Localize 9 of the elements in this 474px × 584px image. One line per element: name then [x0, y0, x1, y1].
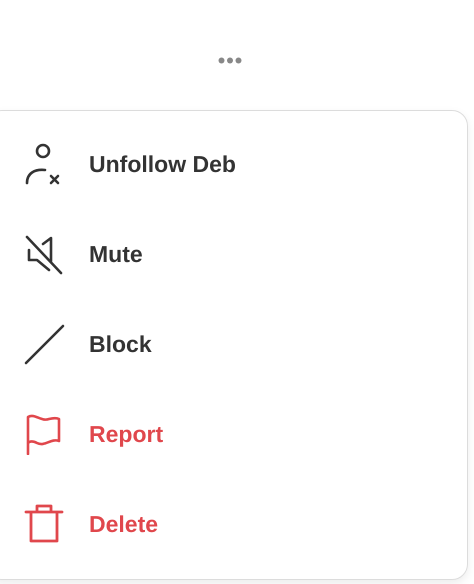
trash-icon — [23, 503, 65, 545]
menu-item[interactable]: Delete — [0, 479, 467, 569]
menu-item[interactable]: Block — [0, 299, 467, 389]
more-icon — [218, 56, 242, 64]
speaker-off-icon — [23, 233, 65, 275]
slash-icon — [23, 323, 65, 365]
menu-item[interactable]: Unfollow Deb — [0, 119, 467, 209]
menu-item[interactable]: Mute — [0, 209, 467, 299]
menu-item[interactable]: Report — [0, 389, 467, 479]
